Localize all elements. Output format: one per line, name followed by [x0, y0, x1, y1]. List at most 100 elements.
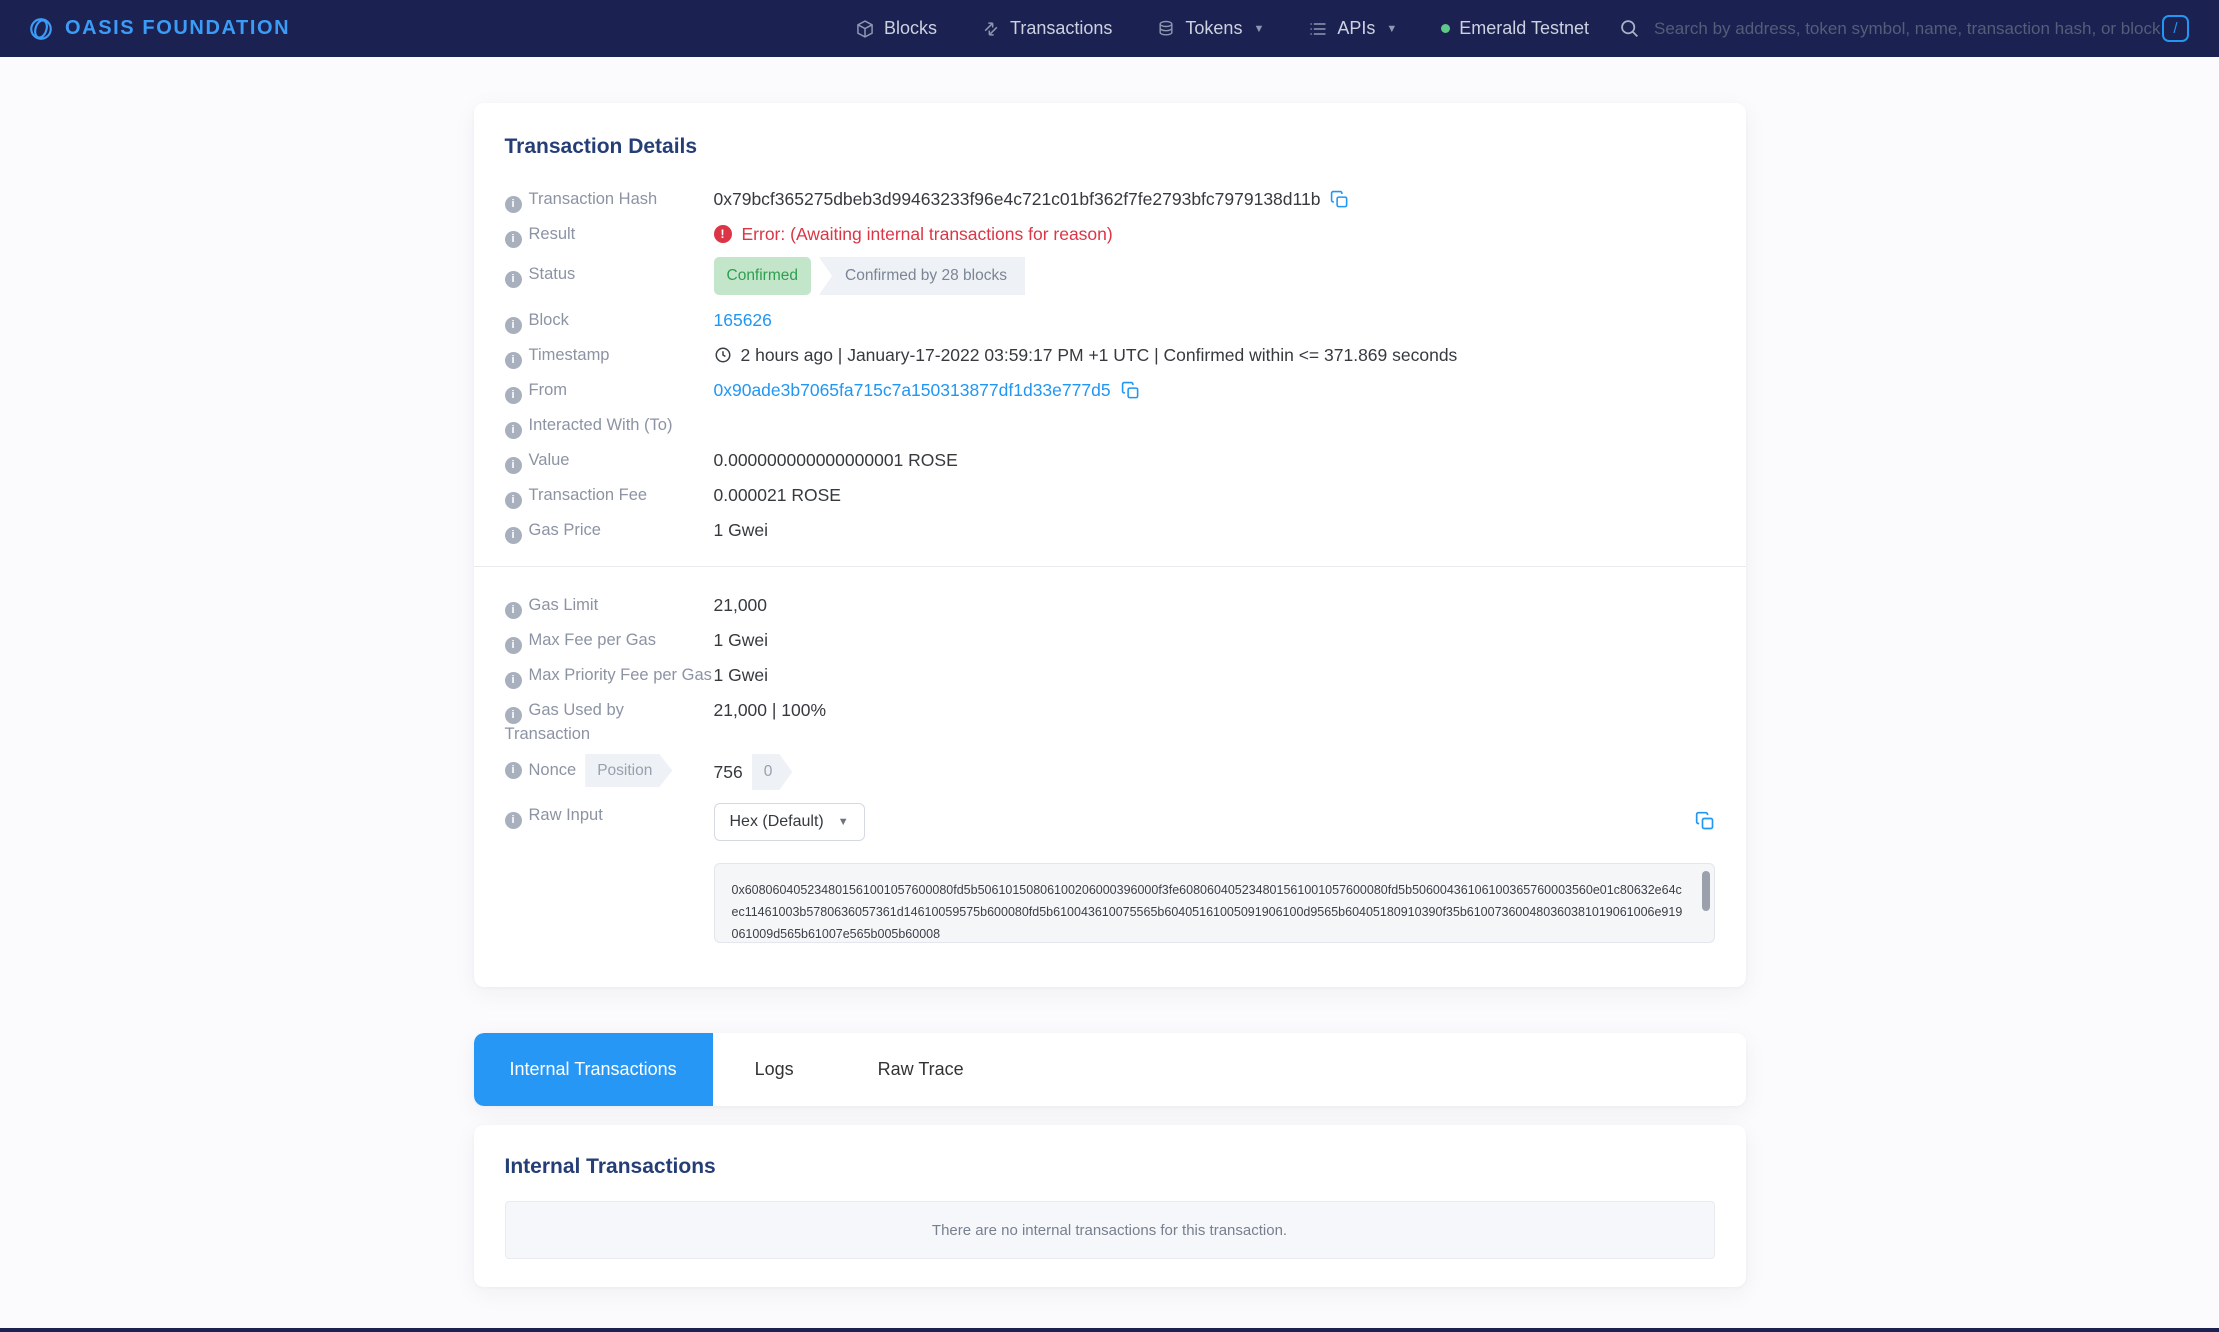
- row-label-text: Transaction Fee: [529, 486, 648, 504]
- timestamp-value: 2 hours ago | January-17-2022 03:59:17 P…: [741, 343, 1458, 367]
- row-label-text: Gas Limit: [529, 596, 599, 614]
- row-label-text: Interacted With (To): [529, 416, 673, 434]
- coins-icon: [1156, 19, 1176, 39]
- position-badge-value: 0: [752, 754, 793, 790]
- info-icon[interactable]: i: [505, 271, 522, 288]
- nav-label: APIs: [1337, 18, 1375, 39]
- gas-used-amount: 21,000 | 100%: [714, 698, 827, 722]
- copy-icon[interactable]: [1121, 381, 1140, 400]
- row-max-priority-fee-per-gas: i Max Priority Fee per Gas 1 Gwei: [505, 663, 1715, 689]
- row-label-text: From: [529, 381, 568, 399]
- raw-input-format-value: Hex (Default): [730, 813, 824, 831]
- row-raw-input: iRaw Input Hex (Default) ▼ 0x60806040523…: [505, 803, 1715, 943]
- divider: [474, 566, 1746, 567]
- brand-title: OASIS FOUNDATION: [65, 17, 290, 40]
- row-gas-limit: i Gas Limit 21,000: [505, 593, 1715, 619]
- nav-label: Emerald Testnet: [1459, 18, 1589, 39]
- info-icon[interactable]: i: [505, 812, 522, 829]
- row-label-text: Transaction Hash: [529, 190, 658, 208]
- info-icon[interactable]: i: [505, 707, 522, 724]
- chevron-down-icon: ▼: [1253, 23, 1264, 35]
- row-gas-used: iGas Used by Transaction 21,000 | 100%: [505, 698, 1715, 745]
- block-link[interactable]: 165626: [714, 308, 772, 332]
- info-icon[interactable]: i: [505, 196, 522, 213]
- search-shortcut-key: /: [2162, 15, 2189, 42]
- nav-item-transactions[interactable]: Transactions: [981, 18, 1112, 39]
- row-nonce: i Nonce Position 756 0: [505, 754, 1715, 790]
- nav-label: Blocks: [884, 18, 937, 39]
- nav-item-apis[interactable]: APIs ▼: [1308, 18, 1397, 39]
- scrollbar-thumb[interactable]: [1702, 871, 1710, 911]
- search-bar: /: [1619, 15, 2189, 42]
- tab-logs[interactable]: Logs: [713, 1033, 836, 1106]
- api-lines-icon: [1308, 19, 1328, 39]
- nonce-value: 756: [714, 760, 743, 784]
- network-status-dot-icon: [1441, 24, 1450, 33]
- nav-item-blocks[interactable]: Blocks: [855, 18, 937, 39]
- info-icon[interactable]: i: [505, 422, 522, 439]
- info-icon[interactable]: i: [505, 637, 522, 654]
- empty-state-message: There are no internal transactions for t…: [932, 1222, 1287, 1239]
- nav-menu: Blocks Transactions Tokens ▼: [855, 18, 1589, 39]
- row-max-fee-per-gas: i Max Fee per Gas 1 Gwei: [505, 628, 1715, 654]
- empty-state-box: There are no internal transactions for t…: [505, 1201, 1715, 1259]
- max-fee-amount: 1 Gwei: [714, 628, 768, 652]
- info-icon[interactable]: i: [505, 231, 522, 248]
- nav-label: Tokens: [1185, 18, 1242, 39]
- row-gas-price: iGas Price 1 Gwei: [505, 518, 1715, 544]
- row-from: i From 0x90ade3b7065fa715c7a150313877df1d…: [505, 378, 1715, 404]
- brand-logo[interactable]: OASIS FOUNDATION: [28, 16, 290, 42]
- row-result: iResult ! Error: (Awaiting internal tran…: [505, 222, 1715, 248]
- copy-icon[interactable]: [1695, 811, 1715, 831]
- info-icon[interactable]: i: [505, 352, 522, 369]
- nav-item-tokens[interactable]: Tokens ▼: [1156, 18, 1264, 39]
- raw-input-hex-area[interactable]: 0x608060405234801561001057600080fd5b5061…: [714, 863, 1715, 943]
- raw-input-format-select[interactable]: Hex (Default) ▼: [714, 803, 865, 841]
- info-icon[interactable]: i: [505, 762, 522, 779]
- info-icon[interactable]: i: [505, 317, 522, 334]
- tab-raw-trace[interactable]: Raw Trace: [836, 1033, 1006, 1106]
- row-interacted-with: i Interacted With (To): [505, 413, 1715, 439]
- info-icon[interactable]: i: [505, 492, 522, 509]
- tabs-bar: Internal Transactions Logs Raw Trace: [474, 1033, 1746, 1106]
- search-icon[interactable]: [1619, 18, 1640, 39]
- row-label-text: Nonce: [529, 760, 577, 781]
- info-icon[interactable]: i: [505, 527, 522, 544]
- transaction-hash-value: 0x79bcf365275dbeb3d99463233f96e4c721c01b…: [714, 187, 1321, 211]
- info-icon[interactable]: i: [505, 672, 522, 689]
- transaction-details-card: Transaction Details i Transaction Hash 0x…: [474, 103, 1746, 987]
- chevron-down-icon: ▼: [1386, 23, 1397, 35]
- row-block: iBlock 165626: [505, 308, 1715, 334]
- nav-item-network-selector[interactable]: Emerald Testnet: [1441, 18, 1589, 39]
- navbar: OASIS FOUNDATION Blocks Transactions: [0, 0, 2219, 57]
- clock-icon: [714, 346, 732, 364]
- page-title: Transaction Details: [505, 135, 1715, 159]
- gas-limit-amount: 21,000: [714, 593, 768, 617]
- internal-transactions-card: Internal Transactions There are no inter…: [474, 1125, 1746, 1287]
- row-value: iValue 0.000000000000000001 ROSE: [505, 448, 1715, 474]
- search-input[interactable]: [1654, 19, 2188, 39]
- oasis-logo-icon: [28, 16, 54, 42]
- max-priority-fee-amount: 1 Gwei: [714, 663, 768, 687]
- section-title: Internal Transactions: [505, 1155, 1715, 1179]
- row-label-text: Value: [529, 451, 570, 469]
- info-icon[interactable]: i: [505, 602, 522, 619]
- from-address-link[interactable]: 0x90ade3b7065fa715c7a150313877df1d33e777…: [714, 378, 1111, 402]
- row-label-text: Timestamp: [529, 346, 610, 364]
- info-icon[interactable]: i: [505, 387, 522, 404]
- row-transaction-hash: i Transaction Hash 0x79bcf365275dbeb3d994…: [505, 187, 1715, 213]
- nav-label: Transactions: [1010, 18, 1112, 39]
- row-label-text: Max Priority Fee per Gas: [529, 666, 712, 684]
- row-label-text: Max Fee per Gas: [529, 631, 656, 649]
- tab-internal-transactions[interactable]: Internal Transactions: [474, 1033, 713, 1106]
- row-label-text: Gas Price: [529, 521, 601, 539]
- row-label-text: Gas Used by Transaction: [505, 701, 624, 743]
- transfer-arrows-icon: [981, 19, 1001, 39]
- info-icon[interactable]: i: [505, 457, 522, 474]
- row-label-text: Status: [529, 265, 576, 283]
- result-error-text: Error: (Awaiting internal transactions f…: [742, 222, 1113, 246]
- position-badge-label: Position: [585, 754, 672, 787]
- cube-icon: [855, 19, 875, 39]
- copy-icon[interactable]: [1330, 190, 1349, 209]
- status-badge: Confirmed: [714, 257, 812, 295]
